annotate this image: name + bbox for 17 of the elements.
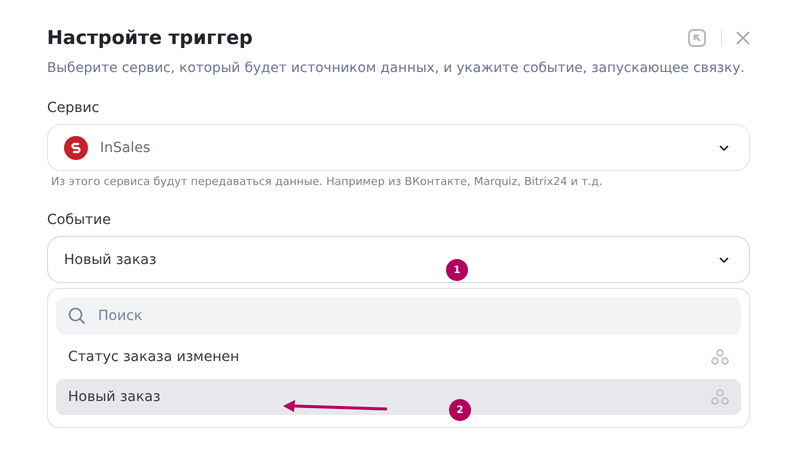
event-value: Новый заказ (64, 252, 158, 268)
step-badge: 1 (446, 259, 468, 281)
field-label: Сервис (47, 100, 100, 116)
collapse-icon[interactable] (687, 28, 707, 48)
close-icon[interactable] (736, 31, 750, 45)
dialog-title: Настройте триггер (47, 27, 253, 49)
service-value: InSales (100, 140, 152, 156)
hint-text: Из этого сервиса будут передаваться данные. Например из ВКонтакте, Marquiz, Bitrix24 и т.д. (51, 175, 604, 188)
chevron-down-icon (719, 256, 729, 262)
service-select[interactable]: InSales (47, 124, 750, 171)
chevron-down-icon (719, 144, 729, 150)
dialog-subtitle: Выберите сервис, который будет источником данных, и укажите событие, запускающее связку. (47, 60, 746, 76)
service-logo-icon (64, 136, 88, 160)
dropdown-option[interactable]: Статус заказа изменен (56, 339, 741, 375)
search-icon (68, 307, 86, 325)
search-field[interactable]: Поиск (56, 297, 741, 335)
field-label: Событие (47, 212, 112, 228)
